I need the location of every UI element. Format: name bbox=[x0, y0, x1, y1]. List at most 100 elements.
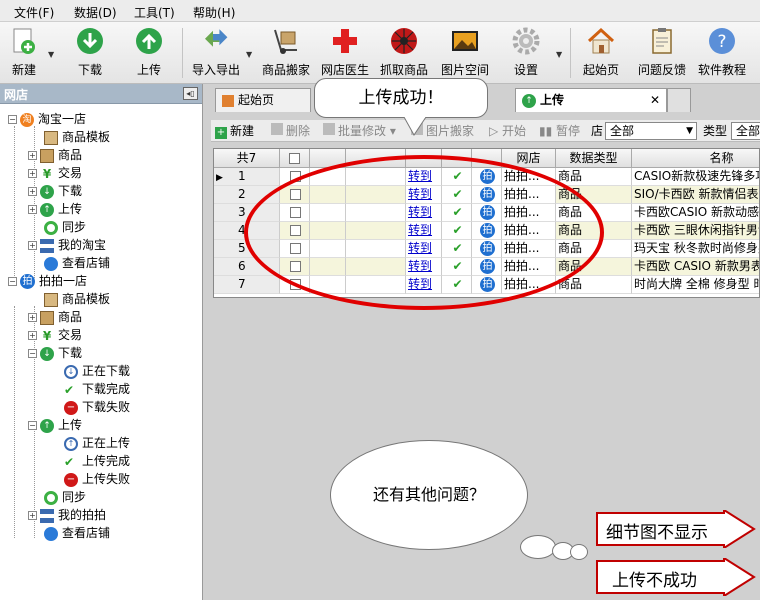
settings-button[interactable]: 设置 bbox=[504, 24, 548, 82]
expand-toggle-icon[interactable]: + bbox=[28, 313, 37, 322]
select-all-checkbox[interactable] bbox=[289, 153, 300, 164]
sub-pause-button[interactable]: ▮▮ 暂停 bbox=[539, 122, 580, 140]
expand-toggle-icon[interactable]: + bbox=[28, 241, 37, 250]
tree-item-upload[interactable]: − ↑ 上传 bbox=[28, 416, 82, 434]
expand-toggle-icon[interactable]: + bbox=[28, 169, 37, 178]
toolbar-separator bbox=[182, 28, 183, 78]
feedback-button[interactable]: 问题反馈 bbox=[634, 24, 690, 82]
home-button[interactable]: 起始页 bbox=[578, 24, 624, 82]
collapse-toggle-icon[interactable]: − bbox=[28, 421, 37, 430]
menu-file[interactable]: 文件(F) bbox=[14, 4, 54, 21]
sub-batch-edit-button[interactable]: 批量修改 ▾ bbox=[323, 122, 396, 140]
house-icon bbox=[222, 94, 234, 107]
tree-item-upload-failed[interactable]: − 上传失败 bbox=[64, 470, 130, 488]
sub-new-button[interactable]: + 新建 bbox=[215, 122, 254, 140]
tree-item-product-template[interactable]: 商品模板 bbox=[44, 128, 110, 146]
row-name-cell[interactable]: 时尚大牌 全棉 修身型 时 bbox=[632, 276, 760, 294]
row-name-cell[interactable]: SIO/卡西欧 新款情侣表中 bbox=[632, 186, 759, 204]
expand-toggle-icon[interactable]: + bbox=[28, 187, 37, 196]
tab-upload[interactable]: ↑ 上传 ✕ bbox=[515, 88, 667, 112]
download-icon: ↓ bbox=[40, 346, 54, 361]
sync-icon bbox=[44, 490, 58, 505]
menu-tools[interactable]: 工具(T) bbox=[134, 4, 175, 21]
delete-icon bbox=[271, 123, 283, 135]
type-label: 类型 bbox=[703, 124, 728, 138]
upload-failed-link[interactable]: 上传不成功 bbox=[596, 558, 756, 596]
tree-item-download-failed[interactable]: − 下载失败 bbox=[64, 398, 130, 416]
upload-button[interactable]: 上传 bbox=[127, 24, 171, 82]
tutorial-button[interactable]: ? 软件教程 bbox=[694, 24, 750, 82]
new-tab-slot[interactable] bbox=[667, 88, 691, 112]
detail-not-shown-link[interactable]: 细节图不显示 bbox=[596, 510, 756, 548]
tree-item-download-done[interactable]: ✔ 下载完成 bbox=[64, 380, 130, 398]
tree-item-download[interactable]: + ↓ 下载 bbox=[28, 182, 82, 200]
expand-toggle-icon[interactable]: + bbox=[28, 151, 37, 160]
import-export-button[interactable]: 导入导出 bbox=[188, 24, 244, 82]
collapse-sidebar-button[interactable]: ◂▯ bbox=[183, 87, 198, 100]
shop-filter-select[interactable]: 全部 ▼ bbox=[605, 122, 697, 140]
tree-item-downloading[interactable]: ↓ 正在下载 bbox=[64, 362, 130, 380]
new-button[interactable]: 新建 bbox=[4, 24, 44, 82]
row-name-cell[interactable]: 卡西欧 三眼休闲指针男士 bbox=[632, 222, 760, 240]
tree-item-trade[interactable]: + ¥ 交易 bbox=[28, 164, 82, 182]
failed-icon: − bbox=[64, 400, 78, 415]
expand-toggle-icon[interactable]: + bbox=[28, 331, 37, 340]
type-filter-select[interactable]: 全部 bbox=[731, 122, 760, 140]
collapse-toggle-icon[interactable]: − bbox=[28, 349, 37, 358]
col-header-data-type[interactable]: 数据类型 bbox=[556, 149, 632, 168]
menu-data[interactable]: 数据(D) bbox=[74, 4, 117, 21]
upload-success-callout: 上传成功！ bbox=[314, 78, 488, 118]
row-name-cell[interactable]: 卡西欧CASIO 新款动感时 bbox=[632, 204, 759, 222]
image-space-button[interactable]: 图片空间 bbox=[436, 24, 494, 82]
collapse-toggle-icon[interactable]: − bbox=[8, 115, 17, 124]
tree-item-my-taobao[interactable]: + 我的淘宝 bbox=[28, 236, 106, 254]
tree-item-view-shop[interactable]: 查看店铺 bbox=[44, 254, 110, 272]
tree-item-trade[interactable]: + ¥ 交易 bbox=[28, 326, 82, 344]
sub-start-button[interactable]: ▷ 开始 bbox=[489, 122, 526, 140]
tree-item-upload-done[interactable]: ✔ 上传完成 bbox=[64, 452, 130, 470]
row-name-text: 卡西欧 三眼休闲指针男士 bbox=[634, 223, 760, 237]
collapse-toggle-icon[interactable]: − bbox=[8, 277, 17, 286]
highlight-ellipse bbox=[244, 155, 604, 310]
col-header-select-all[interactable] bbox=[280, 149, 310, 168]
row-number: 3 bbox=[238, 205, 246, 219]
menu-bar: 文件(F) 数据(D) 工具(T) 帮助(H) bbox=[0, 0, 760, 22]
sub-delete-button[interactable]: 删除 bbox=[271, 122, 310, 140]
product-move-button[interactable]: 商品搬家 bbox=[258, 24, 314, 82]
tab-home[interactable]: 起始页 bbox=[215, 88, 311, 112]
settings-dropdown-arrow[interactable]: ▼ bbox=[556, 50, 562, 59]
grab-product-button[interactable]: 抓取商品 bbox=[376, 24, 432, 82]
tree-item-upload[interactable]: + ↑ 上传 bbox=[28, 200, 82, 218]
tree-shop-paipai[interactable]: − 拍拍拍一店 bbox=[8, 272, 87, 290]
close-tab-icon[interactable]: ✕ bbox=[650, 89, 660, 111]
row-name-cell[interactable]: 卡西欧 CASIO 新款男表电 bbox=[632, 258, 759, 276]
row-name-cell[interactable]: CASIO新款极速先锋多功 bbox=[632, 168, 759, 186]
tree-item-sync[interactable]: 同步 bbox=[44, 488, 86, 506]
tree-item-product-template[interactable]: 商品模板 bbox=[44, 290, 110, 308]
network-icon bbox=[40, 508, 54, 523]
tree-shop-taobao[interactable]: − 淘淘宝一店 bbox=[8, 110, 86, 128]
tree-item-download[interactable]: − ↓ 下载 bbox=[28, 344, 82, 362]
expand-toggle-icon[interactable]: + bbox=[28, 511, 37, 520]
col-header-count: 共7 bbox=[214, 149, 280, 168]
tree-item-view-shop[interactable]: 查看店铺 bbox=[44, 524, 110, 542]
row-name-text: 玛天宝 秋冬款时尚修身男 bbox=[634, 241, 760, 255]
tree-item-my-paipai[interactable]: + 我的拍拍 bbox=[28, 506, 106, 524]
expand-toggle-icon[interactable]: + bbox=[28, 205, 37, 214]
import-export-dropdown-arrow[interactable]: ▼ bbox=[246, 50, 252, 59]
new-dropdown-arrow[interactable]: ▼ bbox=[48, 50, 54, 59]
row-number-cell: ▶ 1 bbox=[214, 168, 280, 186]
tree-item-products[interactable]: + 商品 bbox=[28, 308, 82, 326]
row-number: 7 bbox=[238, 277, 246, 291]
tree-item-products[interactable]: + 商品 bbox=[28, 146, 82, 164]
row-name-cell[interactable]: 玛天宝 秋冬款时尚修身男 bbox=[632, 240, 760, 258]
tree-item-uploading[interactable]: ↑ 正在上传 bbox=[64, 434, 130, 452]
download-button[interactable]: 下载 bbox=[68, 24, 112, 82]
globe-icon bbox=[44, 256, 58, 271]
callout-tail bbox=[404, 117, 427, 136]
col-header-name[interactable]: 名称 bbox=[632, 149, 759, 168]
shop-doctor-button[interactable]: 网店医生 bbox=[318, 24, 372, 82]
menu-help[interactable]: 帮助(H) bbox=[193, 4, 235, 21]
tree-item-sync[interactable]: 同步 bbox=[44, 218, 86, 236]
row-name-text: 时尚大牌 全棉 修身型 时 bbox=[634, 277, 760, 291]
